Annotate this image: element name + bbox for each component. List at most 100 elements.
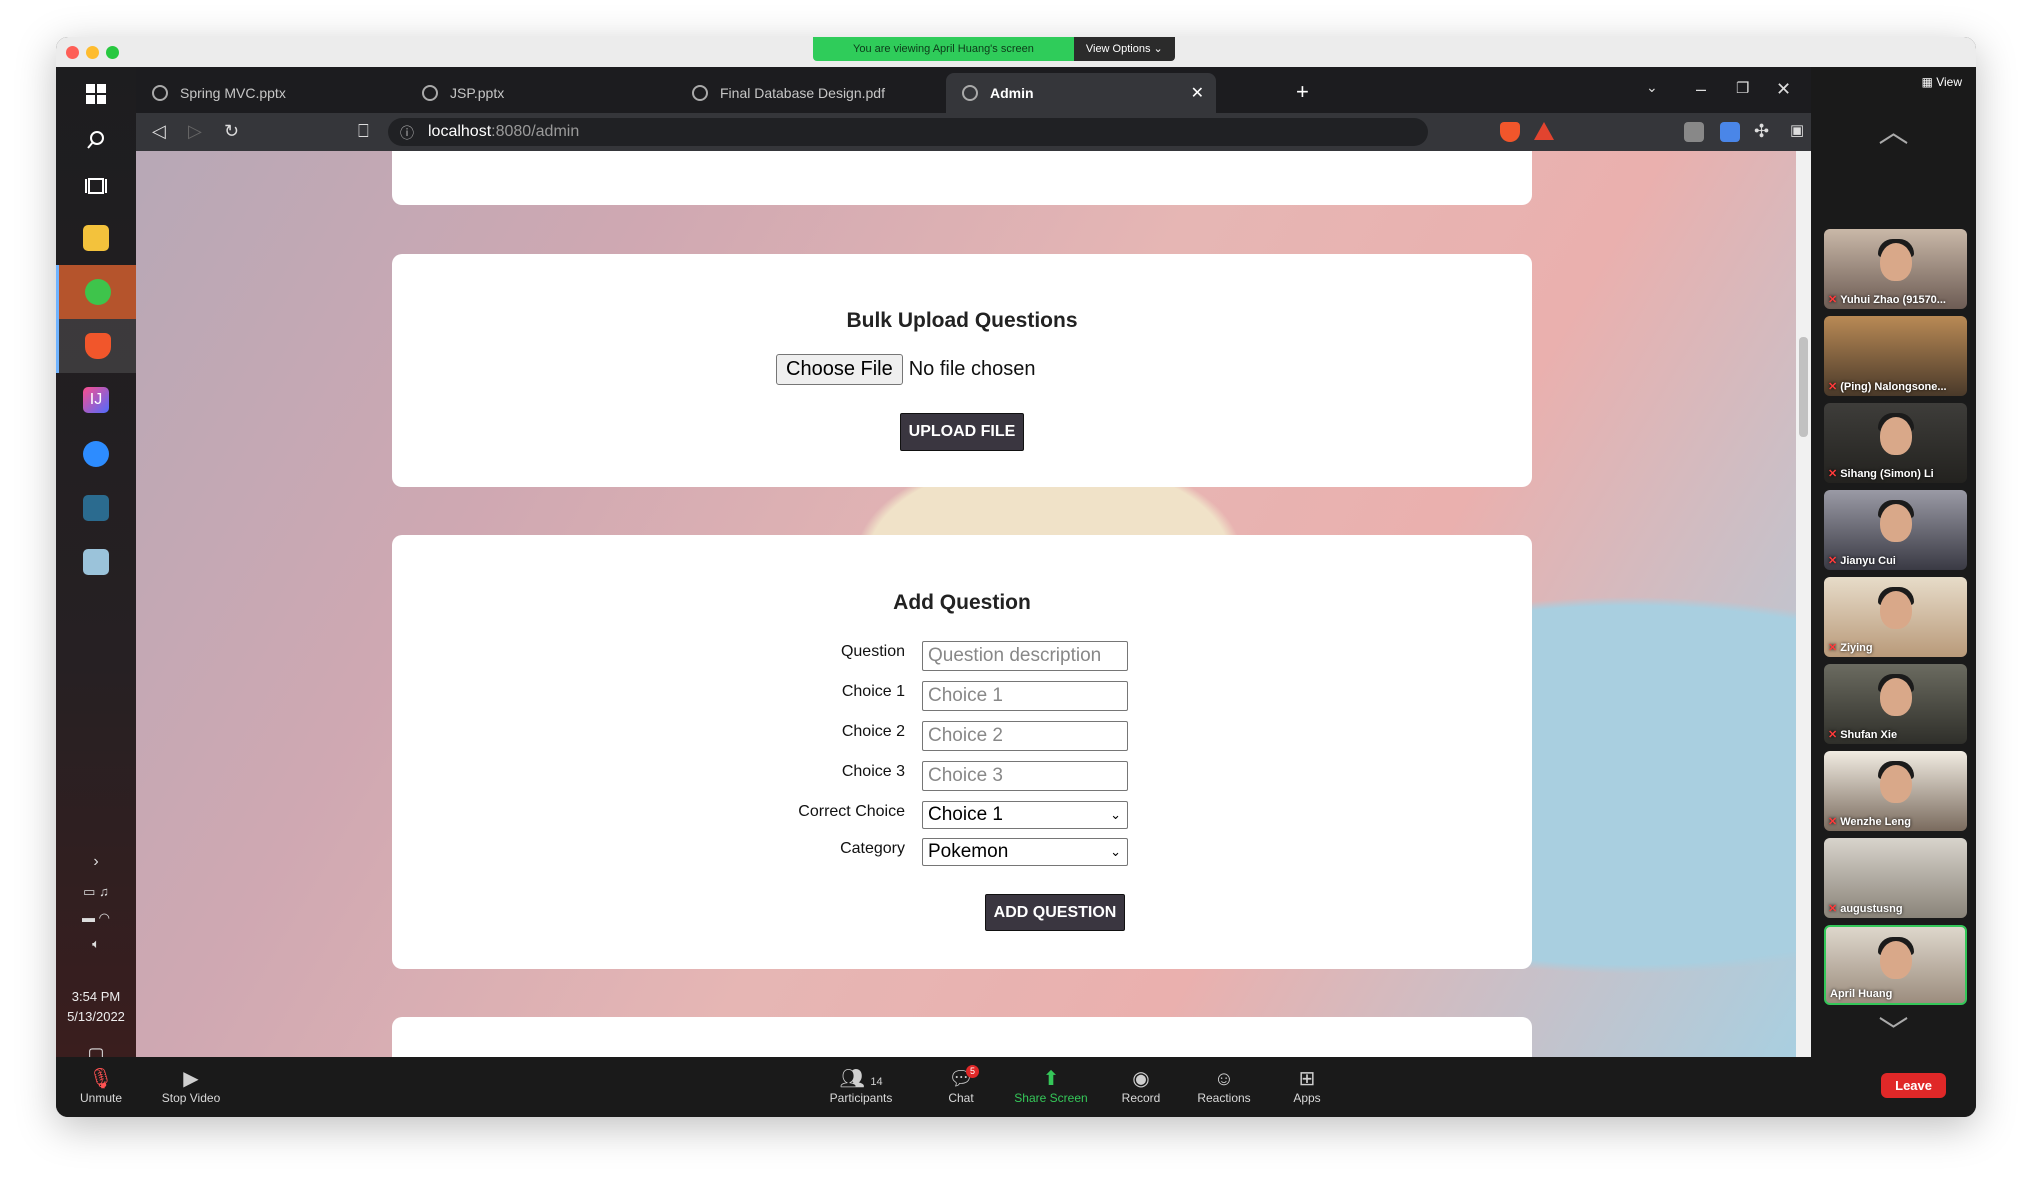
- volume-icon[interactable]: 🔈︎: [56, 929, 136, 959]
- restore-icon[interactable]: ❐: [1736, 79, 1749, 97]
- participant-name-text: Jianyu Cui: [1840, 555, 1896, 567]
- fullscreen-window-button[interactable]: [106, 46, 119, 59]
- participants-label: Participants: [829, 1091, 893, 1105]
- minimize-icon[interactable]: –: [1696, 79, 1706, 100]
- view-options-button[interactable]: View Options ⌄: [1073, 37, 1175, 61]
- choice2-input[interactable]: Choice 2: [922, 721, 1128, 751]
- stop-video-button[interactable]: ▶ Stop Video: [146, 1067, 236, 1105]
- info-icon[interactable]: ⓘ: [400, 123, 414, 143]
- mysql-workbench-icon[interactable]: [56, 481, 136, 535]
- add-question-button[interactable]: ADD QUESTION: [985, 894, 1125, 931]
- tab-search-chevron-icon[interactable]: ⌄: [1646, 79, 1658, 96]
- question-input[interactable]: Question description: [922, 641, 1128, 671]
- stop-video-label: Stop Video: [161, 1091, 221, 1105]
- wechat-icon[interactable]: [56, 265, 136, 319]
- mic-muted-icon: ✕: [1828, 729, 1838, 741]
- tab-spring-mvc[interactable]: Spring MVC.pptx: [136, 73, 406, 113]
- choice2-row: Choice 2 Choice 2: [392, 721, 1532, 753]
- brave-shields-icon[interactable]: [1500, 122, 1520, 142]
- participant-tile[interactable]: ✕ Yuhui Zhao (91570...: [1824, 229, 1967, 309]
- file-explorer-icon[interactable]: [56, 211, 136, 265]
- chat-button[interactable]: 💬︎ 5 Chat: [916, 1065, 1006, 1105]
- participant-face: [1879, 591, 1912, 629]
- clock-date: 5/13/2022: [67, 1009, 125, 1024]
- reactions-button[interactable]: ☺ Reactions: [1179, 1067, 1269, 1105]
- mic-muted-icon: ✕: [1828, 903, 1838, 915]
- category-label: Category: [840, 840, 905, 857]
- unmute-button[interactable]: 🎙︎ Unmute: [56, 1067, 146, 1105]
- scrollbar-thumb[interactable]: [1799, 337, 1808, 437]
- wallet-icon[interactable]: ▣: [1790, 121, 1804, 139]
- tab-jsp[interactable]: JSP.pptx: [406, 73, 676, 113]
- record-label: Record: [1121, 1091, 1161, 1105]
- participant-name: ✕ Wenzhe Leng: [1828, 815, 1911, 828]
- extension-k-icon[interactable]: [1684, 122, 1704, 142]
- apps-icon: ⊞: [1298, 1068, 1316, 1090]
- file-input[interactable]: Choose File No file chosen: [776, 354, 1035, 385]
- participant-tile[interactable]: ✕ augustusng: [1824, 838, 1967, 918]
- correct-choice-value: Choice 1: [928, 804, 1003, 825]
- upload-file-button[interactable]: UPLOAD FILE: [900, 413, 1024, 451]
- category-value: Pokemon: [928, 841, 1009, 862]
- brave-browser-icon[interactable]: [56, 319, 136, 373]
- participant-tile[interactable]: ✕ Sihang (Simon) Li: [1824, 403, 1967, 483]
- extensions-icon[interactable]: ✣: [1754, 121, 1769, 142]
- tab-admin[interactable]: Admin ✕: [946, 73, 1216, 113]
- app-icon[interactable]: [56, 535, 136, 589]
- share-screen-button[interactable]: ⬆ Share Screen: [1006, 1067, 1096, 1105]
- participant-face: [1879, 678, 1912, 716]
- reload-icon[interactable]: ↻: [224, 121, 239, 142]
- record-icon: ◉: [1132, 1068, 1150, 1090]
- participant-name-text: Yuhui Zhao (91570...: [1840, 294, 1946, 306]
- browser-toolbar: ◁ ▷ ↻ ⎕ ⓘ localhost:8080/admin ✣ ▣ ☰: [136, 113, 1842, 151]
- chevron-down-icon[interactable]: ﹀: [1811, 1007, 1976, 1051]
- participant-tile[interactable]: ✕ Shufan Xie: [1824, 664, 1967, 744]
- choose-file-button[interactable]: Choose File: [776, 354, 903, 385]
- participant-face: [1879, 417, 1912, 455]
- participant-tile[interactable]: ✕ Wenzhe Leng: [1824, 751, 1967, 831]
- task-view-icon[interactable]: [56, 159, 136, 213]
- participant-tile[interactable]: ✕ Jianyu Cui: [1824, 490, 1967, 570]
- page-scrollbar[interactable]: [1796, 151, 1811, 1057]
- mic-muted-icon: ✕: [1828, 816, 1838, 828]
- forward-icon[interactable]: ▷: [188, 121, 202, 142]
- participant-tile[interactable]: ✕ (Ping) Nalongsone...: [1824, 316, 1967, 396]
- choice2-label: Choice 2: [841, 723, 905, 740]
- participant-name: April Huang: [1830, 988, 1892, 1000]
- chevron-right-icon[interactable]: ›: [56, 847, 136, 877]
- close-tab-icon[interactable]: ✕: [1191, 83, 1204, 103]
- choice1-input[interactable]: Choice 1: [922, 681, 1128, 711]
- participant-tile-active-speaker[interactable]: April Huang: [1824, 925, 1967, 1005]
- back-icon[interactable]: ◁: [152, 121, 166, 142]
- apps-button[interactable]: ⊞ Apps: [1262, 1067, 1352, 1105]
- close-icon[interactable]: ✕: [1776, 79, 1791, 100]
- taskbar-clock[interactable]: 3:54 PM 5/13/2022: [56, 987, 136, 1027]
- leave-button[interactable]: Leave: [1881, 1073, 1946, 1098]
- minimize-window-button[interactable]: [86, 46, 99, 59]
- intellij-icon[interactable]: IJ: [56, 373, 136, 427]
- close-window-button[interactable]: [66, 46, 79, 59]
- chevron-up-icon[interactable]: ︿: [1811, 107, 1976, 151]
- participant-name-text: augustusng: [1840, 903, 1903, 915]
- brave-rewards-icon[interactable]: [1534, 122, 1554, 140]
- participant-face: [1879, 243, 1912, 281]
- record-button[interactable]: ◉ Record: [1096, 1067, 1186, 1105]
- microphone-muted-icon: 🎙︎: [88, 1068, 114, 1090]
- zoom-app-icon[interactable]: [56, 427, 136, 481]
- address-bar[interactable]: ⓘ localhost:8080/admin: [388, 118, 1428, 146]
- translate-extension-icon[interactable]: [1720, 122, 1740, 142]
- bookmark-icon[interactable]: ⎕: [358, 121, 369, 142]
- tab-final-database-design[interactable]: Final Database Design.pdf: [676, 73, 946, 113]
- participants-button[interactable]: 👥︎ 14 Participants: [816, 1067, 906, 1105]
- category-select[interactable]: Pokemon ⌄: [922, 838, 1128, 866]
- new-tab-button[interactable]: +: [1296, 79, 1309, 105]
- correct-choice-select[interactable]: Choice 1 ⌄: [922, 801, 1128, 829]
- participant-tile[interactable]: ✕ Ziying: [1824, 577, 1967, 657]
- view-label: View: [1936, 75, 1962, 89]
- meeting-controls: 🎙︎ Unmute ▶ Stop Video 👥︎ 14 Participant…: [56, 1057, 1976, 1117]
- participant-name: ✕ Ziying: [1828, 641, 1873, 654]
- view-button[interactable]: ▦ View: [1922, 75, 1962, 89]
- globe-icon: [152, 85, 168, 101]
- choice3-input[interactable]: Choice 3: [922, 761, 1128, 791]
- add-question-title: Add Question: [893, 591, 1031, 614]
